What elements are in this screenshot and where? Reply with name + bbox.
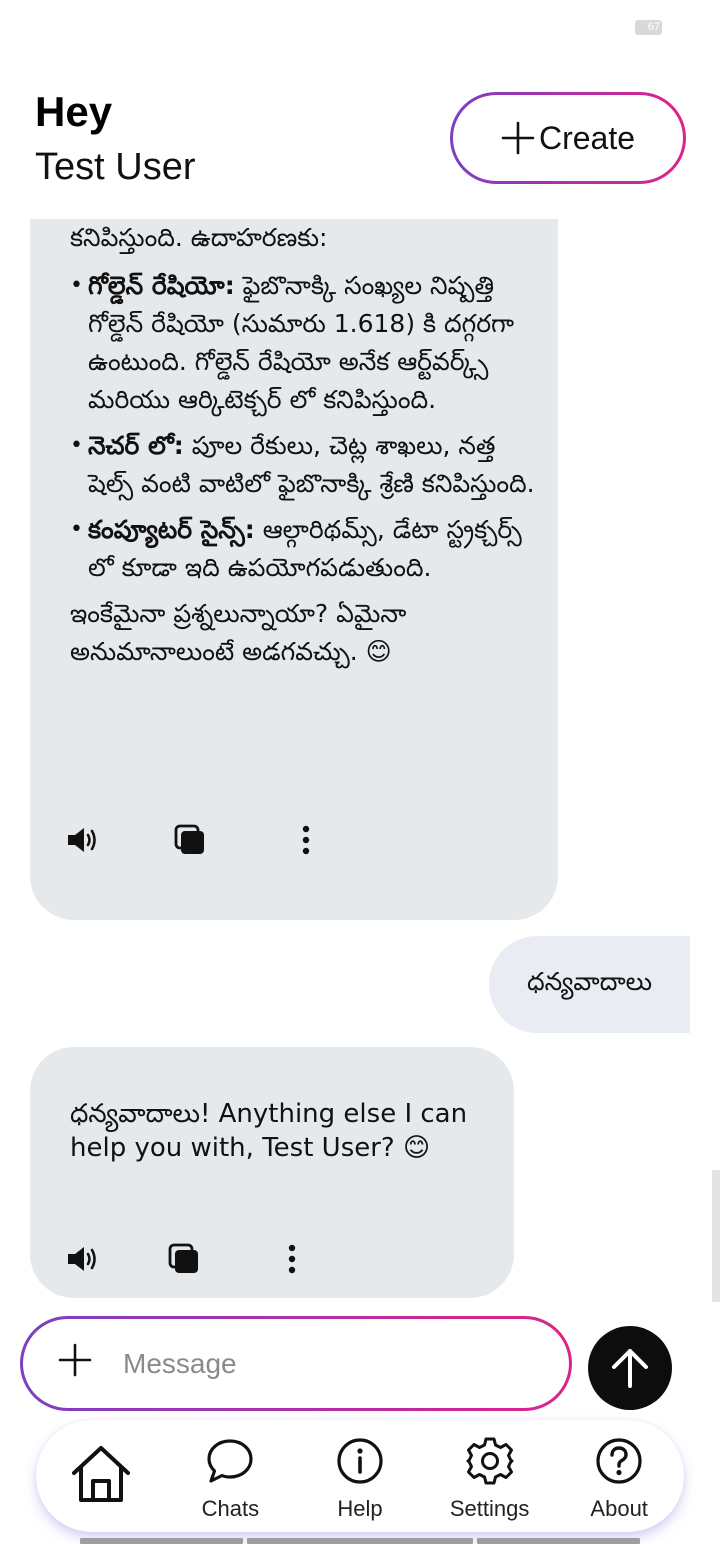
- message-text: ఇంకేమైనా ప్రశ్నలున్నాయా? ఏమైనా అనుమానాలు…: [70, 599, 407, 666]
- message-composer: [20, 1316, 572, 1411]
- nav-about[interactable]: About: [554, 1420, 684, 1532]
- create-button-inner: Create: [453, 95, 683, 181]
- message-actions: [66, 823, 316, 857]
- app-screen: 67 Hey Test User Create కనిపిస్తుంది. ఉద…: [0, 0, 720, 1544]
- chat-bubble-icon: [206, 1436, 254, 1486]
- create-button-label: Create: [538, 119, 636, 156]
- list-item-title: కంప్యూటర్ సైన్స్:: [88, 515, 255, 544]
- nav-home[interactable]: [36, 1420, 166, 1532]
- nav-help[interactable]: Help: [295, 1420, 425, 1532]
- system-bar-segment: [247, 1538, 473, 1544]
- nav-help-label: Help: [337, 1496, 383, 1521]
- battery-level: 67: [647, 21, 660, 33]
- list-item: కంప్యూటర్ సైన్స్: ఆల్గారిథమ్స్, డేటా స్ట…: [70, 511, 540, 587]
- scrollbar[interactable]: [712, 1170, 720, 1302]
- greeting-user-name: Test User: [35, 146, 196, 188]
- arrow-up-icon: [612, 1349, 648, 1388]
- bot-message-content: కనిపిస్తుంది. ఉదాహరణకు: గోల్డెన్ రేషియో:…: [70, 219, 540, 671]
- list-item: గోల్డెన్ రేషియో: ఫైబొనాక్కి సంఖ్యల నిష్ప…: [70, 267, 540, 419]
- message-text: ధన్యవాదాలు: [527, 966, 652, 996]
- message-text: ధన్యవాదాలు! Anything else I can help you…: [70, 1099, 468, 1163]
- speaker-icon[interactable]: [66, 1242, 102, 1276]
- list-item: నెచర్ లో: పూల రేకులు, చెట్ల శాఖలు, నత్త …: [70, 427, 540, 503]
- composer-inner: [23, 1319, 569, 1408]
- battery-indicator: 67: [635, 20, 662, 35]
- copy-icon[interactable]: [166, 1242, 202, 1276]
- gear-icon: [465, 1436, 515, 1486]
- message-actions: [66, 1242, 302, 1276]
- list-item-title: గోల్డెన్ రేషియో:: [88, 271, 235, 300]
- bot-message-bubble: కనిపిస్తుంది. ఉదాహరణకు: గోల్డెన్ రేషియో:…: [30, 219, 558, 920]
- bullet-list: గోల్డెన్ రేషియో: ఫైబొనాక్కి సంఖ్యల నిష్ప…: [70, 267, 540, 587]
- info-icon: [336, 1436, 384, 1486]
- message-text: కనిపిస్తుంది. ఉదాహరణకు:: [70, 223, 328, 252]
- create-button[interactable]: Create: [450, 92, 686, 184]
- list-item-title: నెచర్ లో:: [88, 431, 184, 460]
- more-vertical-icon[interactable]: [282, 1242, 302, 1276]
- system-bar-segment: [477, 1538, 640, 1544]
- help-circle-icon: [595, 1436, 643, 1486]
- chat-area[interactable]: కనిపిస్తుంది. ఉదాహరణకు: గోల్డెన్ రేషియో:…: [0, 219, 720, 1309]
- more-vertical-icon[interactable]: [296, 823, 316, 857]
- bottom-navigation: Chats Help Settings About: [36, 1420, 684, 1532]
- attach-plus-icon[interactable]: [55, 1343, 95, 1384]
- greeting-title: Hey: [35, 88, 113, 135]
- system-bar-segment: [80, 1538, 243, 1544]
- nav-settings-label: Settings: [449, 1496, 530, 1521]
- nav-about-label: About: [590, 1496, 648, 1521]
- bot-message-bubble: ధన్యవాదాలు! Anything else I can help you…: [30, 1047, 514, 1298]
- nav-chats[interactable]: Chats: [166, 1420, 296, 1532]
- send-button[interactable]: [588, 1326, 672, 1410]
- message-input[interactable]: [123, 1347, 503, 1380]
- nav-settings[interactable]: Settings: [425, 1420, 555, 1532]
- home-icon: [70, 1442, 132, 1506]
- plus-icon: [501, 121, 535, 155]
- copy-icon[interactable]: [172, 823, 208, 857]
- user-message-bubble: ధన్యవాదాలు: [489, 936, 690, 1033]
- nav-chats-label: Chats: [201, 1496, 260, 1521]
- speaker-icon[interactable]: [66, 823, 102, 857]
